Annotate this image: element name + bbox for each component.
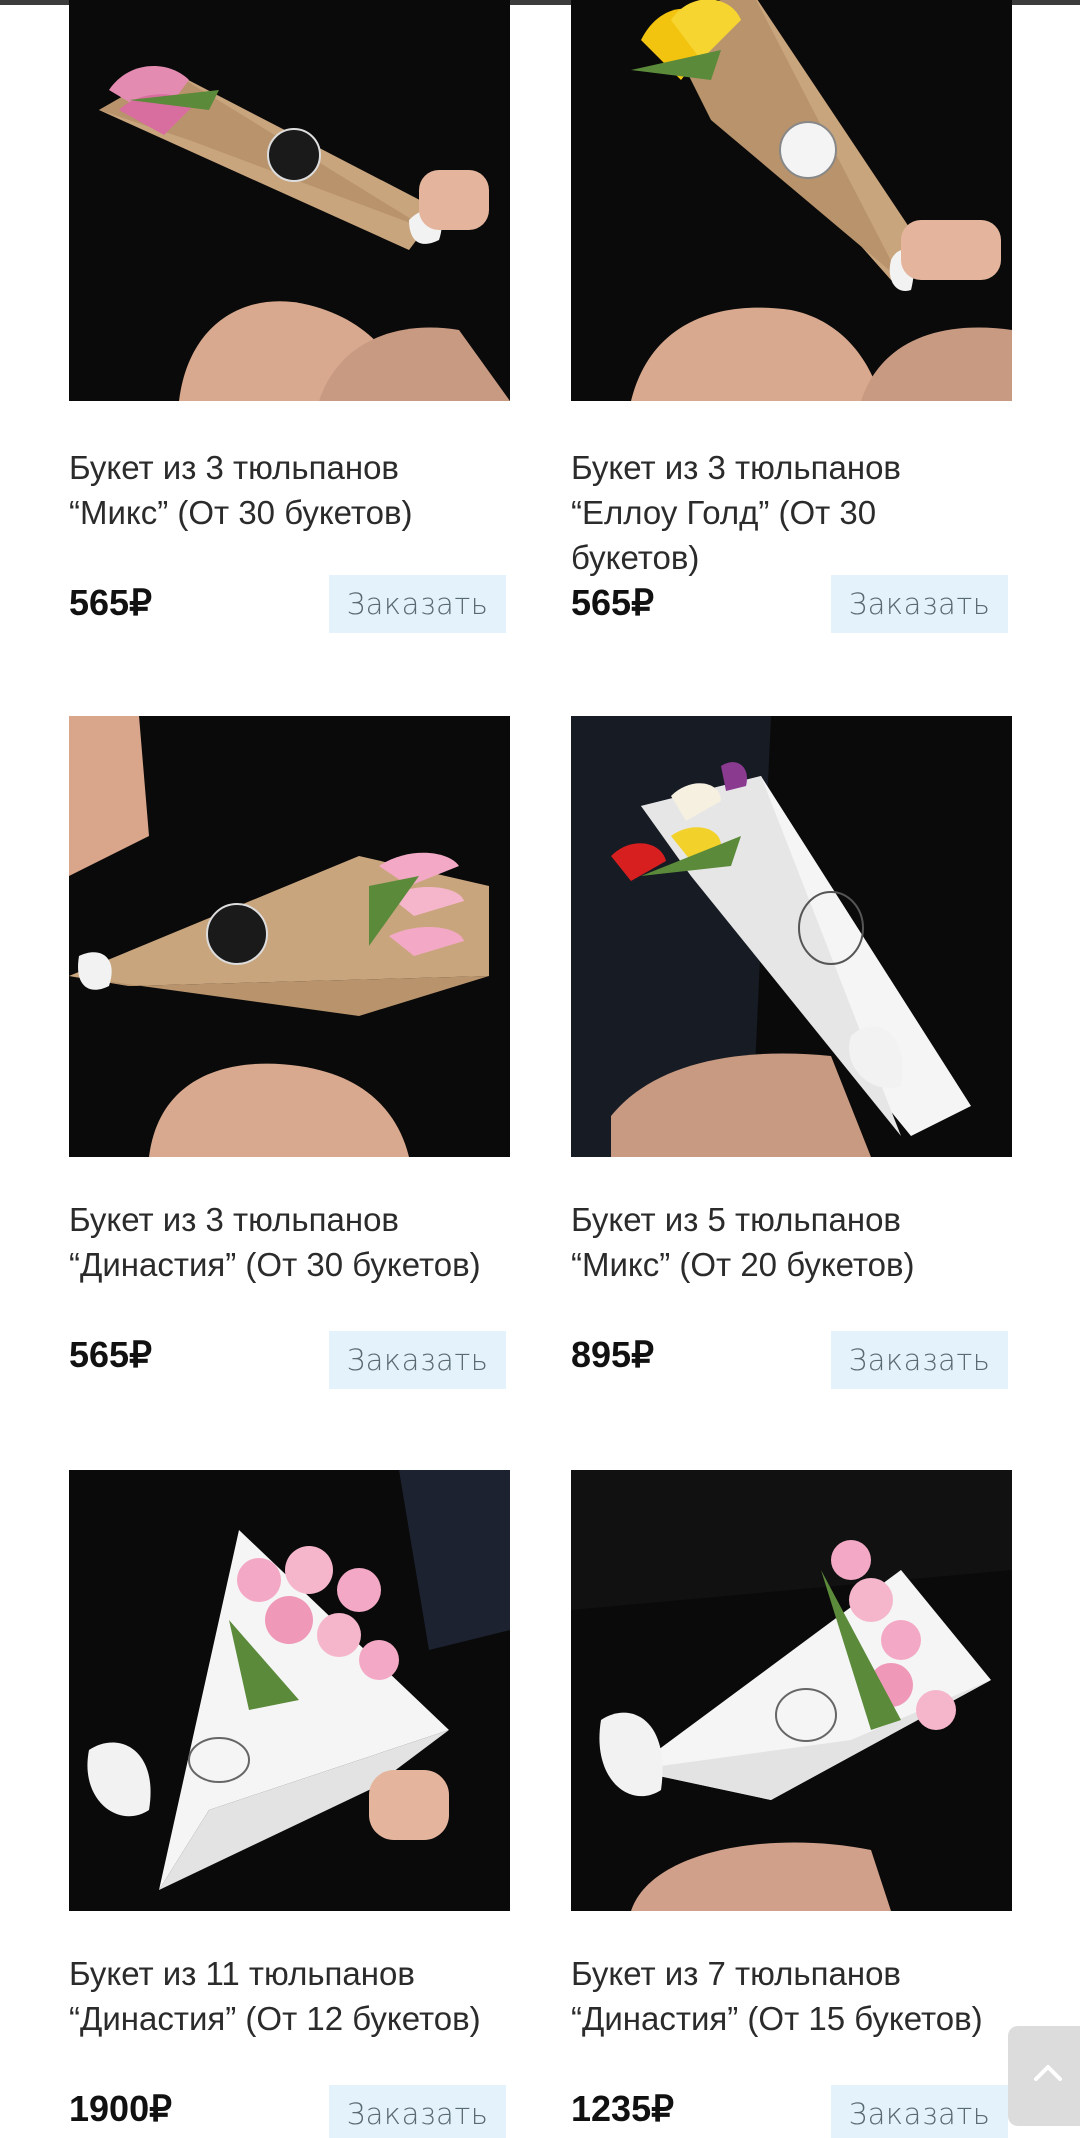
product-title: Букет из 3 тюльпанов “Еллоу Голд” (От 30… (571, 449, 901, 576)
product-card: Букет из 3 тюльпанов “Еллоу Голд” (От 30… (571, 0, 1012, 633)
product-card: Букет из 3 тюльпанов “Микс” (От 30 букет… (69, 0, 510, 633)
product-photo[interactable] (69, 0, 510, 401)
product-photo[interactable] (571, 0, 1012, 401)
product-title: Букет из 3 тюльпанов “Микс” (От 30 букет… (69, 449, 413, 531)
product-price: 895₽ (571, 1334, 654, 1375)
product-catalog-page: Букет из 3 тюльпанов “Микс” (От 30 букет… (0, 0, 1080, 2138)
product-title: Букет из 5 тюльпанов “Микс” (От 20 букет… (571, 1201, 915, 1283)
product-photo[interactable] (69, 716, 510, 1157)
scroll-to-top-button[interactable] (1008, 2026, 1080, 2126)
product-card: Букет из 7 тюльпанов “Династия” (От 15 б… (571, 1470, 1012, 2138)
bouquet-kraft-pink-image (69, 0, 510, 401)
order-button[interactable]: Заказать (329, 2085, 506, 2138)
product-title: Букет из 3 тюльпанов “Династия” (От 30 б… (69, 1201, 481, 1283)
order-button[interactable]: Заказать (831, 575, 1008, 633)
product-price: 565₽ (69, 582, 152, 623)
order-button[interactable]: Заказать (831, 1331, 1008, 1389)
bouquet-white-mix-image (571, 716, 1012, 1157)
bouquet-kraft-pink-dynasty-image (69, 716, 510, 1157)
product-card: Букет из 3 тюльпанов “Династия” (От 30 б… (69, 716, 510, 1389)
bouquet-white-pink-11-image (69, 1470, 510, 1911)
order-button[interactable]: Заказать (329, 1331, 506, 1389)
product-card: Букет из 5 тюльпанов “Микс” (От 20 букет… (571, 716, 1012, 1389)
order-button[interactable]: Заказать (329, 575, 506, 633)
product-photo[interactable] (571, 716, 1012, 1157)
bouquet-white-pink-7-image (571, 1470, 1012, 1911)
product-price: 565₽ (571, 582, 654, 623)
product-price: 1900₽ (69, 2088, 172, 2129)
product-photo[interactable] (571, 1470, 1012, 1911)
product-title: Букет из 11 тюльпанов “Династия” (От 12 … (69, 1955, 481, 2037)
chevron-up-icon (1034, 2065, 1062, 2081)
order-button[interactable]: Заказать (831, 2085, 1008, 2138)
product-price: 565₽ (69, 1334, 152, 1375)
product-price: 1235₽ (571, 2088, 674, 2129)
product-title: Букет из 7 тюльпанов “Династия” (От 15 б… (571, 1955, 983, 2037)
product-photo[interactable] (69, 1470, 510, 1911)
bouquet-kraft-yellow-image (571, 0, 1012, 401)
product-card: Букет из 11 тюльпанов “Династия” (От 12 … (69, 1470, 510, 2138)
